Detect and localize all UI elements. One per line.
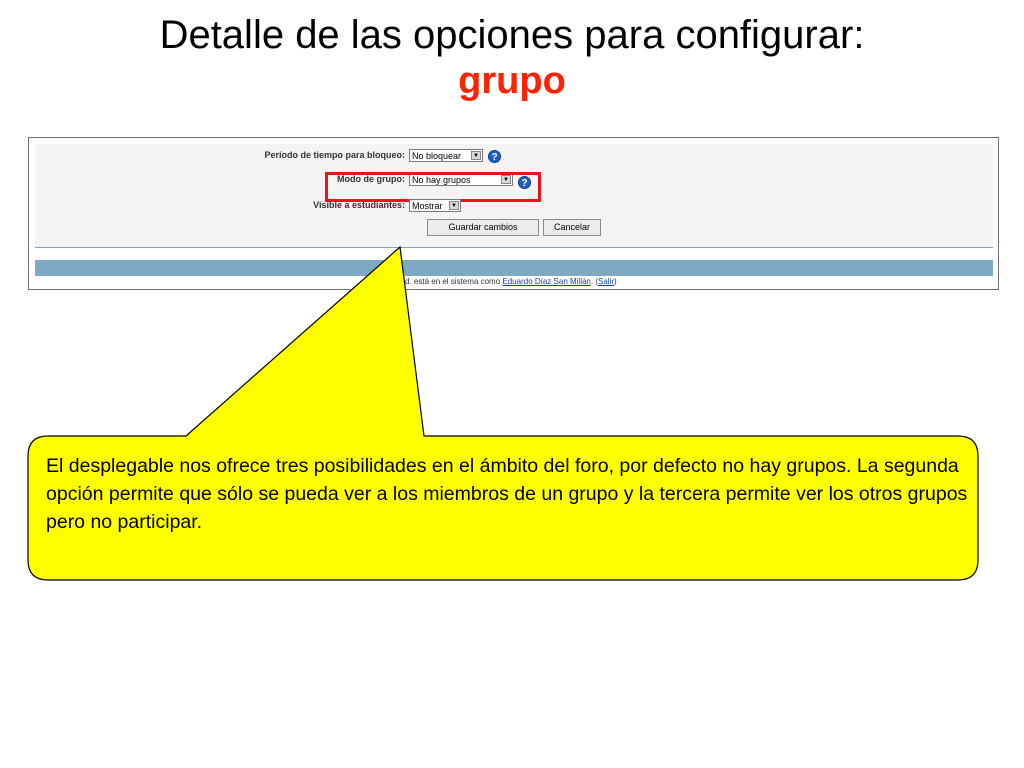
- callout-text: El desplegable nos ofrece tres posibilid…: [46, 455, 968, 533]
- callout-balloon: [27, 245, 979, 581]
